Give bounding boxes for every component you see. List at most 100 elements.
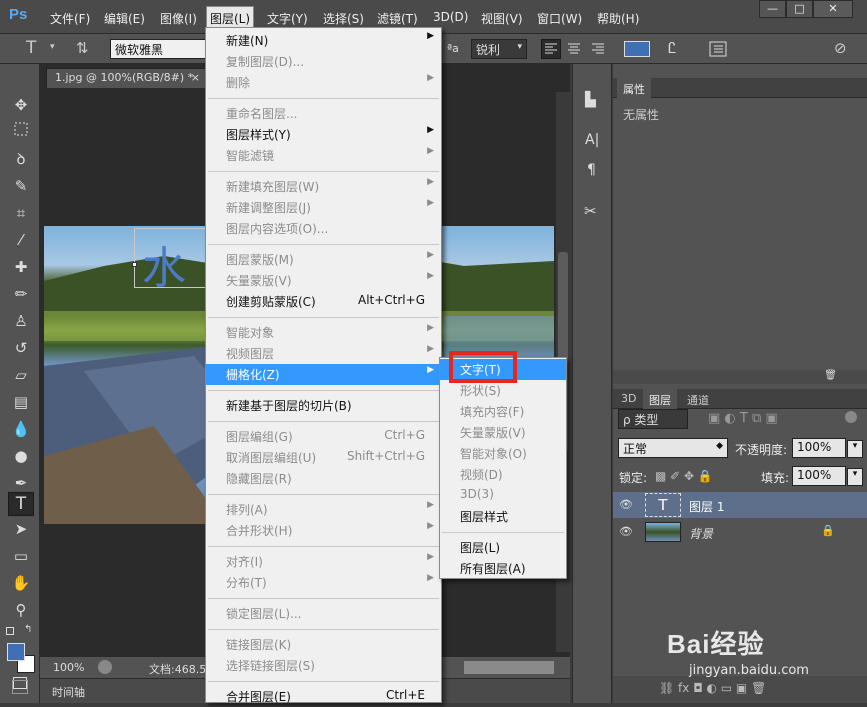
- menu-item[interactable]: 新建基于图层的切片(B): [206, 395, 441, 416]
- horizontal-scrollbar[interactable]: [464, 661, 554, 674]
- default-colors-icon[interactable]: [6, 627, 14, 635]
- menu-item[interactable]: 形状(S): [440, 380, 566, 401]
- layer-filter-select[interactable]: ρ 类型: [618, 409, 688, 429]
- maximize-button[interactable]: □: [786, 0, 813, 18]
- brush-tool-icon[interactable]: ✏: [10, 283, 32, 305]
- menu-item[interactable]: 删除 ▶: [206, 72, 441, 93]
- blend-mode-select[interactable]: 正常 ◆: [618, 438, 728, 458]
- menu-item[interactable]: 填充内容(F): [440, 401, 566, 422]
- tool-preset-chevron-icon[interactable]: ▾: [50, 42, 55, 52]
- marquee-tool-icon[interactable]: [10, 121, 32, 143]
- zoom-tool-icon[interactable]: ⚲: [10, 599, 32, 621]
- warp-text-icon[interactable]: Ꮭ: [668, 39, 676, 57]
- tab-properties[interactable]: 属性: [617, 78, 651, 98]
- menu-item[interactable]: 图层样式: [440, 506, 566, 527]
- hand-tool-icon[interactable]: ✋: [10, 572, 32, 594]
- align-left-button[interactable]: [541, 39, 561, 59]
- opacity-field[interactable]: 100% ▾: [792, 438, 863, 458]
- eyedropper-tool-icon[interactable]: ⁄: [10, 229, 32, 251]
- move-tool-icon[interactable]: ✥: [10, 94, 32, 116]
- menu-item[interactable]: 分布(T) ▶: [206, 572, 441, 593]
- anti-alias-select[interactable]: 锐利 ▾: [471, 39, 527, 59]
- minimize-button[interactable]: —: [759, 0, 786, 18]
- menu-item[interactable]: 图层编组(G) Ctrl+G: [206, 426, 441, 447]
- menu-filter[interactable]: 滤镜(T): [374, 9, 421, 28]
- menu-select[interactable]: 选择(S): [320, 9, 367, 28]
- cancel-icon[interactable]: ⊘: [834, 39, 847, 57]
- bbox-handle[interactable]: [132, 262, 137, 267]
- tab-channels[interactable]: 通道: [681, 389, 715, 409]
- gradient-tool-icon[interactable]: ▤: [10, 391, 32, 413]
- healing-brush-tool-icon[interactable]: ✚: [10, 256, 32, 278]
- menu-item[interactable]: 图层内容选项(O)...: [206, 218, 441, 239]
- menu-item[interactable]: 图层样式(Y) ▶: [206, 124, 441, 145]
- tab-3d[interactable]: 3D: [615, 389, 642, 409]
- menu-item[interactable]: 智能滤镜 ▶: [206, 145, 441, 166]
- menu-item[interactable]: 图层蒙版(M) ▶: [206, 249, 441, 270]
- menu-3d[interactable]: 3D(D): [430, 9, 471, 25]
- menu-item[interactable]: 新建调整图层(J) ▶: [206, 197, 441, 218]
- rectangle-tool-icon[interactable]: ▭: [10, 545, 32, 567]
- trash-icon-properties[interactable]: 🗑: [824, 370, 837, 381]
- menu-item[interactable]: 智能对象(O): [440, 443, 566, 464]
- menu-image[interactable]: 图像(I): [157, 9, 200, 28]
- tool-presets-icon[interactable]: ✂: [584, 202, 597, 220]
- menu-item[interactable]: 创建剪贴蒙版(C) Alt+Ctrl+G: [206, 291, 441, 312]
- timeline-label[interactable]: 时间轴: [52, 684, 85, 700]
- zoom-level[interactable]: 100%: [53, 661, 84, 674]
- close-window-button[interactable]: ✕: [813, 0, 853, 18]
- menu-item[interactable]: 对齐(I) ▶: [206, 551, 441, 572]
- screen-mode-icon[interactable]: [12, 680, 28, 694]
- history-panel-icon[interactable]: ▙: [585, 92, 596, 108]
- menu-item[interactable]: 图层(L): [440, 537, 566, 558]
- menu-item[interactable]: 新建填充图层(W) ▶: [206, 176, 441, 197]
- menu-help[interactable]: 帮助(H): [594, 9, 642, 28]
- eye-icon[interactable]: 👁: [619, 498, 633, 511]
- menu-item[interactable]: 视频(D): [440, 464, 566, 485]
- swap-colors-icon[interactable]: ↰: [24, 624, 32, 635]
- foreground-color-swatch[interactable]: [7, 643, 25, 661]
- menu-file[interactable]: 文件(F): [47, 9, 93, 28]
- menu-item[interactable]: 所有图层(A): [440, 558, 566, 579]
- menu-window[interactable]: 窗口(W): [534, 9, 585, 28]
- align-center-button[interactable]: [565, 40, 583, 61]
- menu-item[interactable]: 链接图层(K): [206, 634, 441, 655]
- layer-actions-icons[interactable]: ⛓ fx ◘ ◐ ▭ ▣ 🗑: [659, 681, 766, 695]
- crop-tool-icon[interactable]: ⌗: [10, 202, 32, 224]
- history-brush-tool-icon[interactable]: ↺: [10, 337, 32, 359]
- dodge-tool-icon[interactable]: ●: [10, 445, 32, 467]
- eye-icon[interactable]: 👁: [619, 525, 633, 538]
- type-tool-button[interactable]: T: [8, 492, 34, 516]
- menu-item[interactable]: 新建(N) ▶: [206, 30, 441, 51]
- menu-item[interactable]: 隐藏图层(R): [206, 468, 441, 489]
- menu-item[interactable]: 视频图层 ▶: [206, 343, 441, 364]
- font-family-field[interactable]: 微软雅黑: [110, 39, 206, 59]
- menu-item[interactable]: 选择链接图层(S): [206, 655, 441, 676]
- lasso-tool-icon[interactable]: ꝺ: [10, 148, 32, 170]
- menu-item[interactable]: 取消图层编组(U) Shift+Ctrl+G: [206, 447, 441, 468]
- menu-view[interactable]: 视图(V): [478, 9, 526, 28]
- paragraph-panel-icon[interactable]: ¶: [587, 162, 596, 178]
- clone-stamp-tool-icon[interactable]: ♙: [10, 310, 32, 332]
- menu-item[interactable]: 栅格化(Z) ▶: [206, 364, 441, 385]
- tab-layers[interactable]: 图层: [643, 389, 677, 409]
- text-orientation-icon[interactable]: ⇅: [76, 39, 89, 57]
- layer-name[interactable]: 背景: [689, 525, 713, 542]
- layer-name[interactable]: 图层 1: [689, 498, 724, 515]
- quick-select-tool-icon[interactable]: ✎: [10, 175, 32, 197]
- menu-item[interactable]: 3D(3): [440, 485, 566, 506]
- character-panel-button[interactable]: [708, 40, 728, 61]
- text-color-swatch[interactable]: [624, 41, 650, 57]
- align-right-button[interactable]: [589, 40, 607, 61]
- fill-field[interactable]: 100% ▾: [792, 466, 863, 486]
- menu-item[interactable]: 重命名图层...: [206, 103, 441, 124]
- menu-type[interactable]: 文字(Y): [264, 9, 311, 28]
- close-tab-icon[interactable]: ×: [191, 71, 200, 84]
- menu-item[interactable]: 矢量蒙版(V) ▶: [206, 270, 441, 291]
- menu-item[interactable]: 矢量蒙版(V): [440, 422, 566, 443]
- filter-toggle-icon[interactable]: [845, 411, 857, 423]
- menu-item[interactable]: 合并形状(H) ▶: [206, 520, 441, 541]
- character-panel-icon[interactable]: A|: [585, 132, 599, 148]
- menu-item[interactable]: 复制图层(D)...: [206, 51, 441, 72]
- menu-item[interactable]: 锁定图层(L)...: [206, 603, 441, 624]
